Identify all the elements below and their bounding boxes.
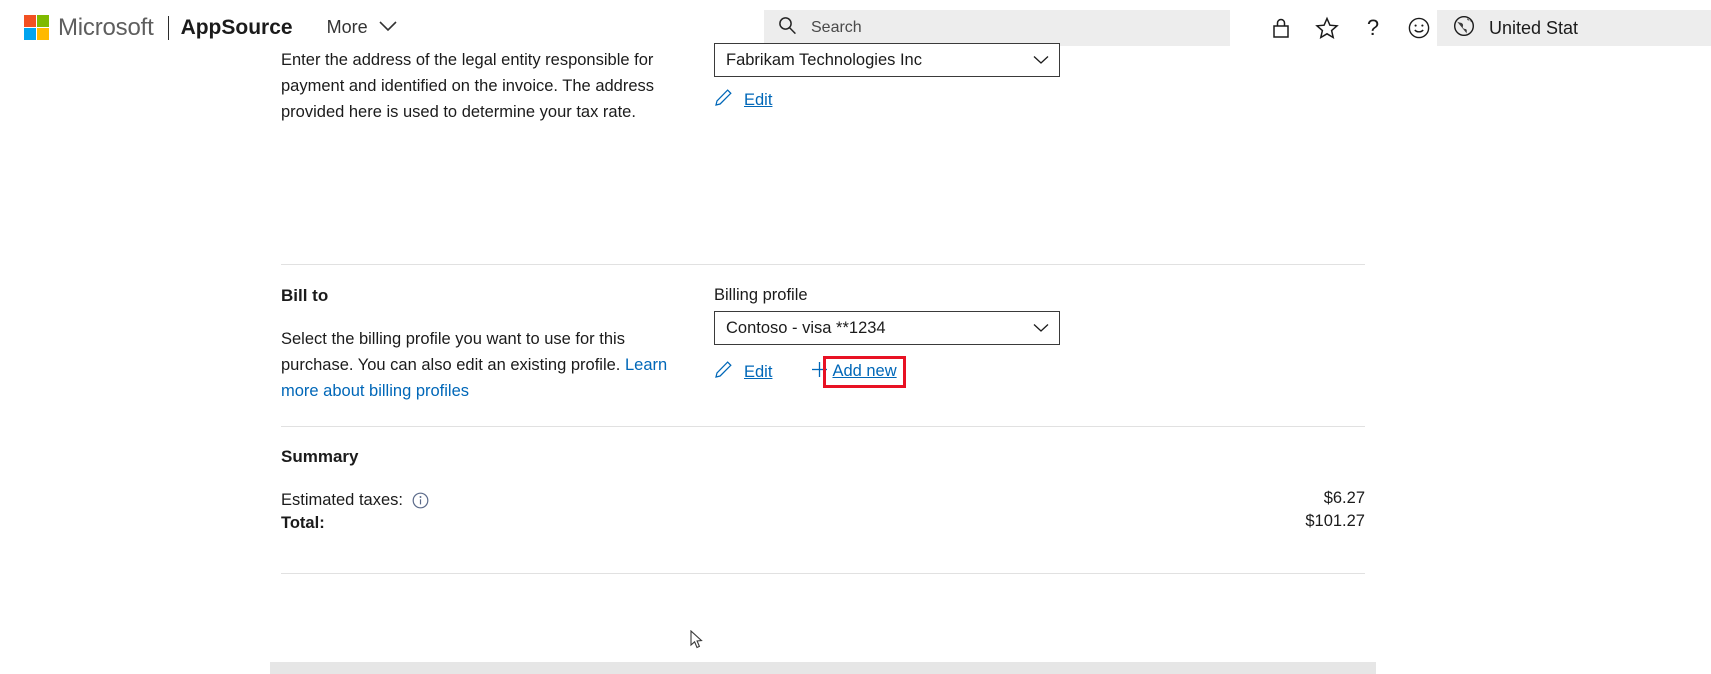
header-icon-group: ? [1258, 0, 1442, 55]
sell-to-edit-button[interactable]: Edit [714, 88, 772, 112]
section-divider-top [281, 264, 1365, 265]
billing-profile-edit-button[interactable]: Edit [714, 360, 772, 384]
sell-to-combo[interactable]: Fabrikam Technologies Inc [714, 43, 1060, 77]
checkout-page: Enter the address of the legal entity re… [0, 43, 1711, 674]
bill-to-description-text: Select the billing profile you want to u… [281, 330, 625, 374]
footer-bar [270, 662, 1376, 674]
summary-taxes-amount: $6.27 [1323, 489, 1365, 507]
pencil-icon [714, 88, 733, 112]
sell-to-section: Enter the address of the legal entity re… [281, 47, 681, 125]
summary-total-label: Total: [281, 514, 325, 532]
chevron-down-icon [1033, 51, 1049, 70]
more-menu-label: More [326, 17, 368, 37]
summary-title: Summary [281, 447, 359, 466]
summary-taxes-label: Estimated taxes: [281, 491, 403, 509]
sell-to-edit-label: Edit [744, 90, 773, 109]
globe-icon [1453, 15, 1475, 42]
bill-to-section: Bill to Select the billing profile you w… [281, 286, 681, 404]
bill-to-title: Bill to [281, 286, 329, 305]
sell-to-actions: Edit [714, 88, 1134, 112]
add-new-highlight: Add new [823, 356, 906, 388]
search-input[interactable]: Search [764, 10, 1230, 46]
summary-total-amount: $101.27 [1305, 512, 1365, 530]
brand-label[interactable]: Microsoft [58, 15, 154, 40]
search-icon [778, 16, 797, 40]
billing-profile-field-group: Billing profile Contoso - visa **1234 Ed… [714, 286, 1134, 388]
section-divider-summary [281, 426, 1365, 427]
microsoft-logo [24, 15, 49, 40]
more-menu-button[interactable]: More [327, 17, 398, 38]
billing-profile-label: Billing profile [714, 286, 808, 304]
help-glyph: ? [1366, 14, 1380, 40]
header-brand-group: Microsoft AppSource More [0, 15, 398, 40]
chevron-down-icon [1033, 319, 1049, 338]
pencil-icon [714, 360, 733, 384]
info-icon[interactable] [412, 492, 429, 509]
billing-profile-actions: Edit Add new [714, 356, 1134, 388]
billing-profile-combo-value: Contoso - visa **1234 [726, 318, 886, 337]
sell-to-description: Enter the address of the legal entity re… [281, 51, 655, 121]
section-divider-bottom [281, 573, 1365, 574]
chevron-down-icon [378, 19, 398, 37]
smiley-icon[interactable] [1396, 0, 1442, 55]
search-placeholder: Search [811, 19, 862, 36]
bill-to-description: Select the billing profile you want to u… [281, 326, 681, 404]
summary-row-total: Total: $101.27 [281, 512, 1365, 535]
billing-profile-add-new-button[interactable]: Add new [810, 356, 906, 388]
lock-icon[interactable] [1258, 0, 1304, 55]
help-icon[interactable]: ? [1350, 0, 1396, 55]
billing-profile-combo[interactable]: Contoso - visa **1234 [714, 311, 1060, 345]
star-icon[interactable] [1304, 0, 1350, 55]
billing-profile-edit-label: Edit [744, 362, 773, 381]
app-name-label[interactable]: AppSource [181, 17, 293, 38]
billing-profile-add-new-label: Add new [832, 362, 897, 380]
mouse-cursor [690, 629, 704, 655]
sell-to-combo-value: Fabrikam Technologies Inc [726, 50, 922, 69]
summary-row-taxes: Estimated taxes: $6.27 [281, 489, 1365, 512]
region-selector[interactable]: United Stat [1437, 10, 1711, 46]
region-label: United Stat [1489, 17, 1579, 38]
header-divider [167, 15, 169, 40]
summary-section: Summary Estimated taxes: $6.27 Total: $1… [281, 447, 1365, 535]
sell-to-field-group: Fabrikam Technologies Inc Edit [714, 43, 1134, 112]
